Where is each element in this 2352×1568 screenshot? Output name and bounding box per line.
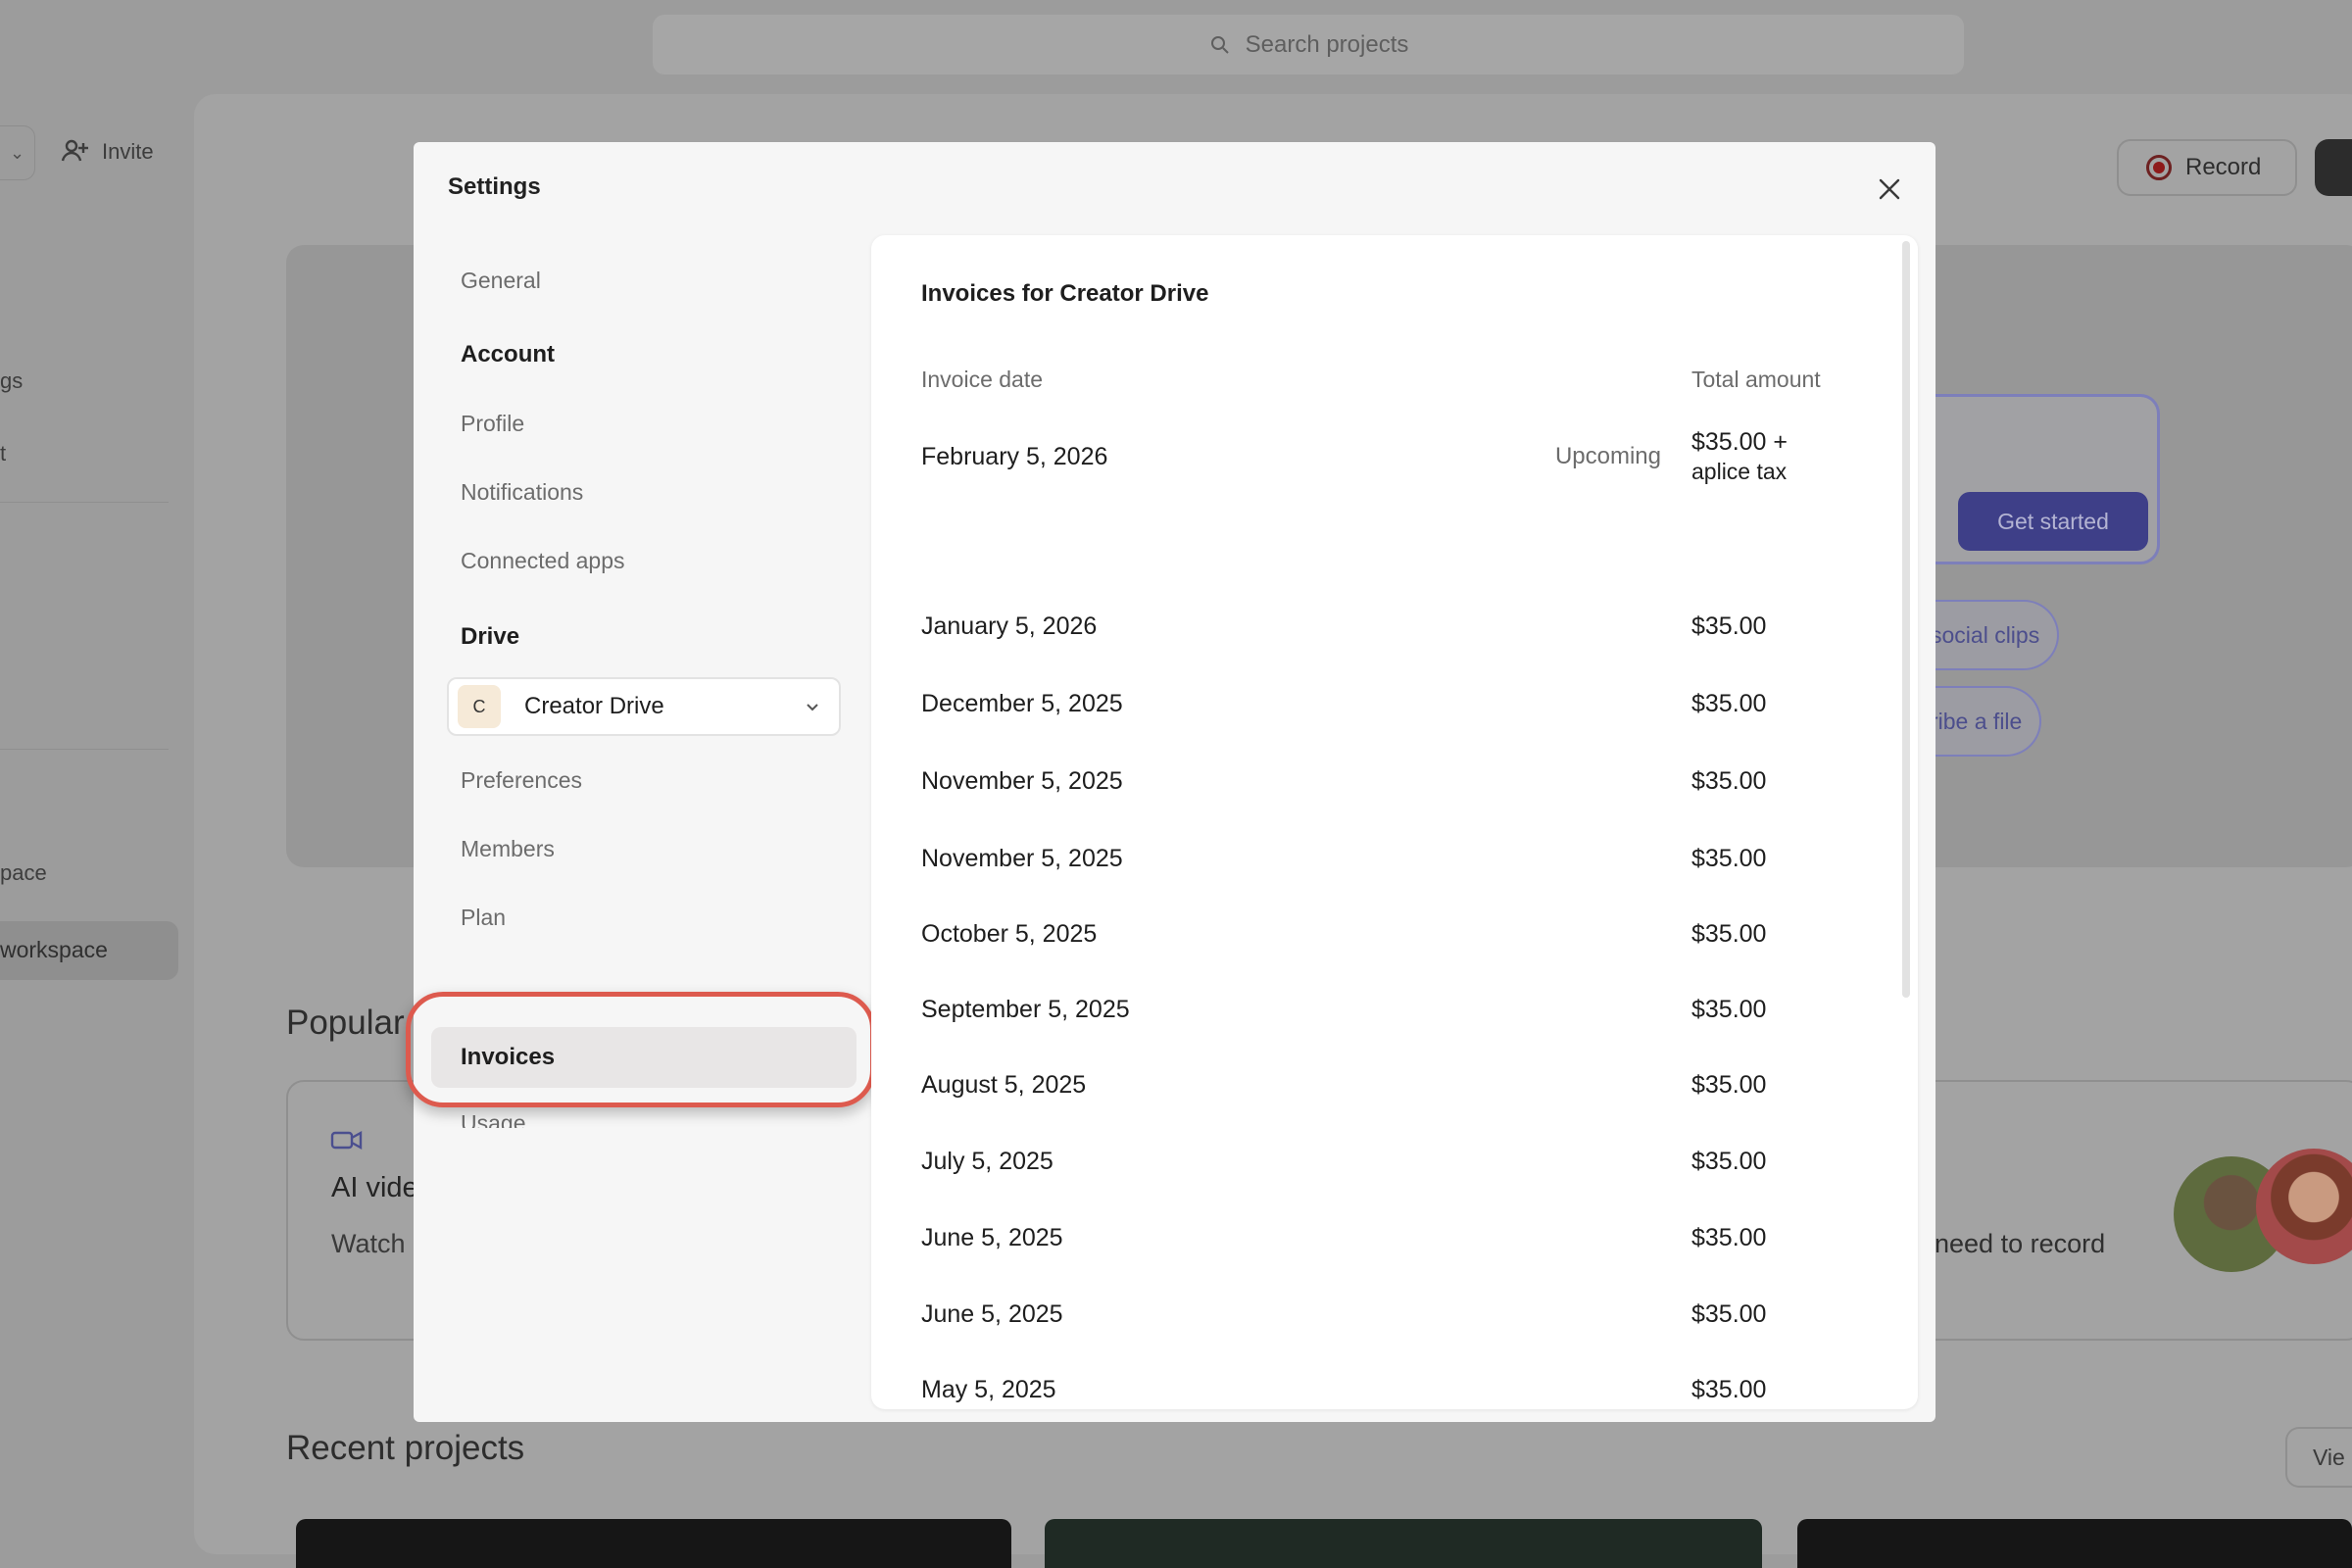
record-icon: [2146, 155, 2172, 180]
drive-badge: C: [458, 685, 501, 728]
nav-preferences[interactable]: Preferences: [461, 767, 582, 794]
search-placeholder: Search projects: [1245, 30, 1409, 58]
invoice-amount: $35.00 +: [1691, 428, 1788, 456]
nav-section-account: Account: [461, 341, 555, 368]
feature-title: AI vide: [331, 1172, 418, 1203]
close-icon: [1879, 178, 1900, 200]
feature-description: Watch: [331, 1229, 406, 1258]
invoice-amount: $35.00: [1691, 1148, 1767, 1175]
invoice-date: September 5, 2025: [921, 996, 1130, 1023]
drive-selector[interactable]: C Creator Drive: [447, 677, 841, 736]
recent-projects-heading: Recent projects: [286, 1429, 525, 1467]
nav-usage[interactable]: Usage: [461, 1110, 525, 1128]
invoice-row[interactable]: October 5, 2025 $35.00: [871, 920, 1918, 959]
invoice-row[interactable]: June 5, 2025 $35.00: [871, 1224, 1918, 1263]
nav-general[interactable]: General: [461, 268, 541, 294]
nav-notifications[interactable]: Notifications: [461, 479, 583, 506]
invoice-amount: $35.00: [1691, 845, 1767, 872]
invoice-row[interactable]: November 5, 2025 $35.00: [871, 767, 1918, 807]
invoice-date: December 5, 2025: [921, 690, 1123, 717]
view-all-button[interactable]: Vie: [2285, 1427, 2352, 1488]
invoice-row[interactable]: May 5, 2025 $35.00: [871, 1376, 1918, 1409]
invoice-date: January 5, 2026: [921, 612, 1098, 640]
invoice-date: August 5, 2025: [921, 1071, 1087, 1099]
suggestion-chip[interactable]: social clips: [1921, 600, 2060, 670]
invoice-amount-note: aplice tax: [1691, 459, 1788, 484]
invoice-amount: $35.00: [1691, 1224, 1767, 1251]
sidebar-fragment[interactable]: gs: [0, 368, 23, 394]
sidebar-divider: [0, 749, 169, 750]
invoice-amount: $35.00: [1691, 1071, 1767, 1099]
feature-right-text: need to record: [1935, 1229, 2106, 1258]
invoice-date: November 5, 2025: [921, 845, 1123, 872]
column-header-amount: Total amount: [1691, 367, 1821, 392]
workspace-dropdown[interactable]: ⌄: [0, 125, 35, 180]
invoice-amount: $35.00: [1691, 920, 1767, 948]
new-button[interactable]: [2315, 139, 2352, 196]
sidebar-workspace-active[interactable]: workspace: [0, 921, 178, 980]
project-thumbnail[interactable]: [296, 1519, 1011, 1568]
invoice-row[interactable]: August 5, 2025 $35.00: [871, 1071, 1918, 1110]
invite-label: Invite: [102, 139, 154, 164]
record-label: Record: [2185, 154, 2262, 180]
chevron-down-icon: [807, 704, 818, 711]
invoice-date: June 5, 2025: [921, 1224, 1063, 1251]
invoice-date: June 5, 2025: [921, 1300, 1063, 1328]
sidebar-fragment[interactable]: pace: [0, 860, 47, 886]
invoice-row[interactable]: June 5, 2025 $35.00: [871, 1300, 1918, 1340]
suggestion-chip[interactable]: ribe a file: [1921, 686, 2042, 757]
invoice-date: February 5, 2026: [921, 443, 1108, 470]
record-button[interactable]: Record: [2117, 139, 2297, 196]
invite-button[interactable]: Invite: [59, 135, 154, 169]
invoice-amount: $35.00: [1691, 767, 1767, 795]
nav-plan[interactable]: Plan: [461, 905, 506, 931]
close-button[interactable]: [1872, 172, 1907, 207]
column-header-date: Invoice date: [921, 367, 1044, 392]
settings-modal: Settings General Account Profile Notific…: [406, 142, 1936, 1422]
project-thumbnail[interactable]: [1045, 1519, 1762, 1568]
sidebar-workspace-label: workspace: [0, 937, 108, 962]
invoice-date: July 5, 2025: [921, 1148, 1054, 1175]
popular-heading: Popular: [286, 1004, 405, 1042]
invoice-row[interactable]: January 5, 2026 $35.00: [871, 612, 1918, 652]
invoice-row[interactable]: September 5, 2025 $35.00: [871, 996, 1918, 1035]
invoice-date: November 5, 2025: [921, 767, 1123, 795]
invoices-panel: Invoices for Creator Drive Invoice date …: [871, 235, 1918, 1409]
invoices-title: Invoices for Creator Drive: [921, 280, 1209, 307]
nav-members[interactable]: Members: [461, 836, 555, 862]
project-thumbnail[interactable]: [1797, 1519, 2352, 1568]
nav-invoices[interactable]: Invoices: [431, 1027, 857, 1088]
invoice-amount: $35.00: [1691, 690, 1767, 717]
invoice-row[interactable]: July 5, 2025 $35.00: [871, 1148, 1918, 1187]
chevron-down-icon: ⌄: [9, 142, 25, 163]
invoice-status: Upcoming: [1554, 443, 1661, 469]
invoice-row[interactable]: February 5, 2026 Upcoming $35.00 + aplic…: [871, 428, 1918, 484]
nav-section-drive: Drive: [461, 623, 520, 650]
invoice-date: May 5, 2025: [921, 1376, 1056, 1403]
add-user-icon: [61, 139, 88, 162]
drive-name: Creator Drive: [524, 693, 664, 719]
search-icon: [1210, 35, 1229, 54]
sidebar-fragment[interactable]: t: [0, 441, 6, 466]
invoice-row[interactable]: December 5, 2025 $35.00: [871, 690, 1918, 729]
invoice-date: October 5, 2025: [921, 920, 1098, 948]
sidebar-divider: [0, 502, 169, 503]
get-started-button[interactable]: Get started: [1958, 492, 2148, 551]
video-camera-icon: [330, 1130, 363, 1151]
invoice-amount: $35.00: [1691, 1376, 1767, 1403]
nav-profile[interactable]: Profile: [461, 411, 524, 437]
modal-title: Settings: [448, 173, 541, 200]
invoice-amount: $35.00: [1691, 1300, 1767, 1328]
invoice-row[interactable]: November 5, 2025 $35.00: [871, 845, 1918, 884]
invoice-amount: $35.00: [1691, 996, 1767, 1023]
invoice-amount: $35.00: [1691, 612, 1767, 640]
nav-connected-apps[interactable]: Connected apps: [461, 548, 625, 574]
search-bar[interactable]: Search projects: [653, 15, 1964, 74]
